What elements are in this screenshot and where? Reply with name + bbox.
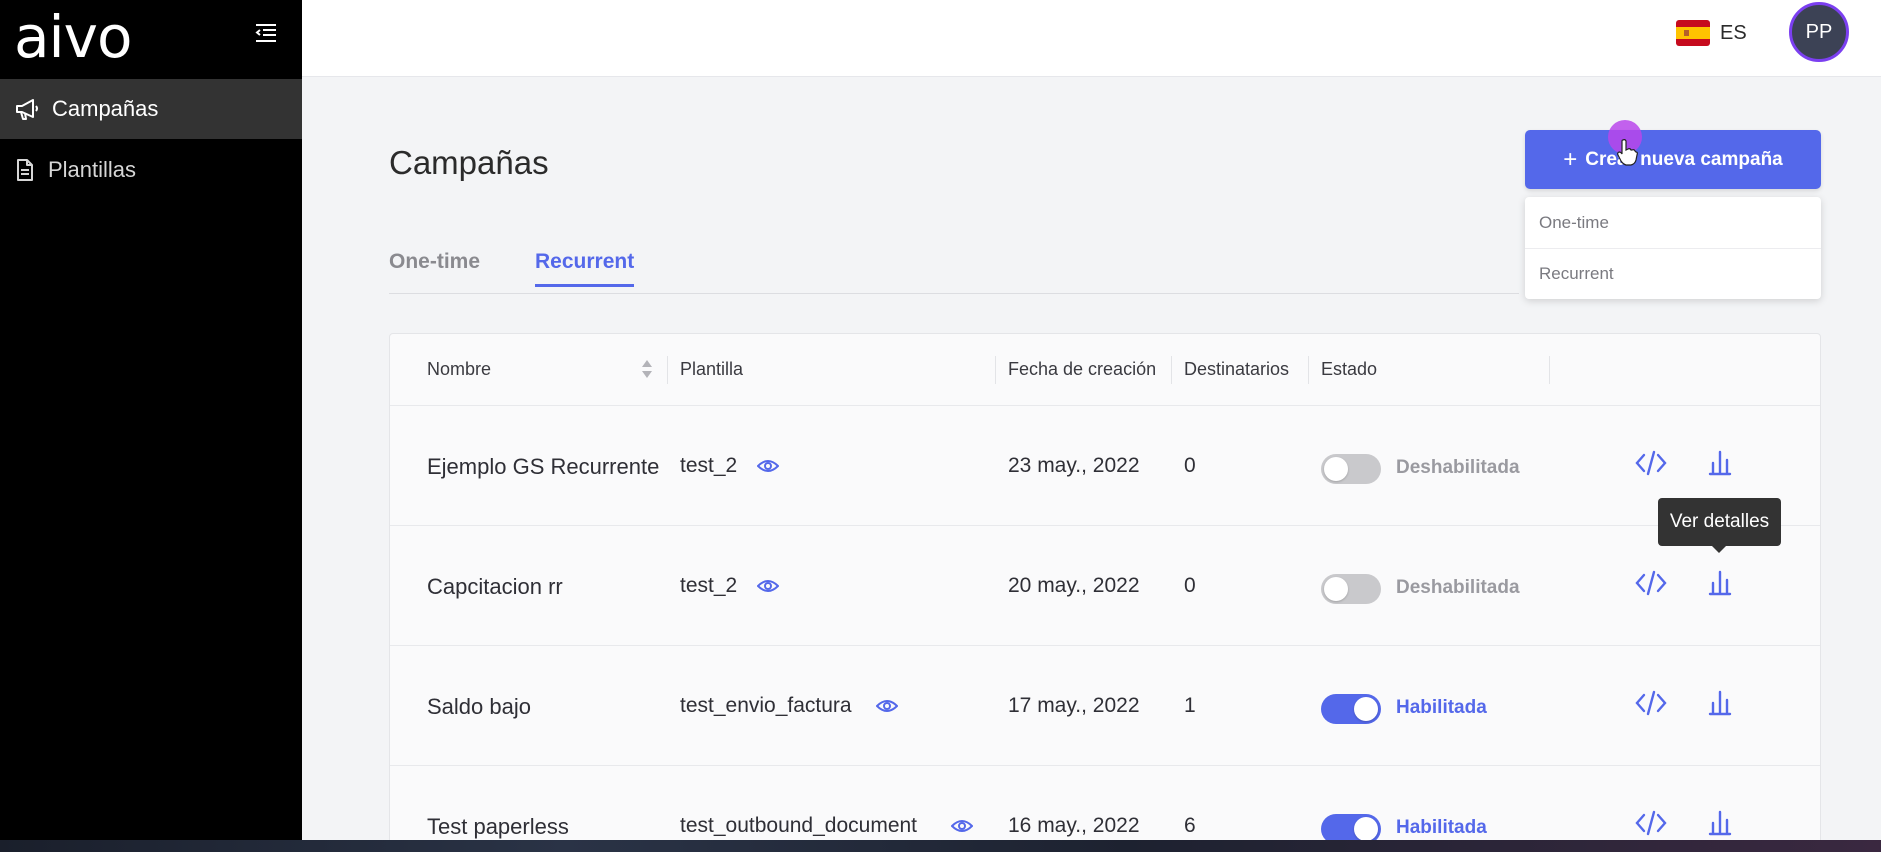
- code-icon[interactable]: [1635, 449, 1667, 477]
- avatar[interactable]: PP: [1789, 2, 1849, 62]
- top-bar: [302, 0, 1881, 77]
- sidebar-item-campanas[interactable]: Campañas: [0, 79, 302, 139]
- spain-flag-icon[interactable]: [1676, 20, 1710, 46]
- eye-icon[interactable]: [757, 578, 779, 594]
- recipients-count: 0: [1184, 454, 1196, 477]
- aivo-logo: aivo: [14, 3, 132, 71]
- table-row: Saldo bajo test_envio_factura 17 may., 2…: [390, 646, 1820, 766]
- template-name: test_2: [680, 454, 738, 477]
- column-header-plantilla: Plantilla: [680, 359, 744, 379]
- menu-item-recurrent[interactable]: Recurrent: [1525, 248, 1821, 299]
- recipients-count: 6: [1184, 814, 1196, 837]
- tooltip-ver-detalles: Ver detalles: [1658, 498, 1781, 553]
- column-header-destinatarios: Destinatarios: [1184, 359, 1290, 379]
- column-divider: [1308, 356, 1309, 384]
- hand-cursor-icon: [1617, 139, 1638, 166]
- toggle-knob: [1324, 577, 1348, 601]
- column-header-nombre[interactable]: Nombre: [427, 359, 491, 380]
- status-toggle[interactable]: [1321, 454, 1381, 484]
- tab-one-time[interactable]: One-time: [389, 250, 480, 274]
- status-label: Deshabilitada: [1396, 457, 1520, 478]
- creation-date: 23 may., 2022: [1008, 454, 1140, 477]
- column-divider: [667, 356, 668, 384]
- campaigns-table: Nombre Plantilla Fecha de creación Desti…: [389, 333, 1821, 852]
- recipients-count: 0: [1184, 574, 1196, 597]
- eye-icon[interactable]: [757, 458, 779, 474]
- page-title: Campañas: [389, 144, 549, 181]
- sidebar-item-label: Campañas: [52, 96, 159, 121]
- document-icon: [17, 159, 33, 181]
- sidebar-item-label: Plantillas: [48, 157, 137, 182]
- code-icon[interactable]: [1635, 689, 1667, 717]
- recipients-count: 1: [1184, 694, 1196, 717]
- collapse-menu-icon[interactable]: [254, 22, 278, 44]
- status-label: Habilitada: [1396, 817, 1487, 838]
- status-label: Deshabilitada: [1396, 577, 1520, 598]
- sort-icon[interactable]: [641, 358, 653, 380]
- toggle-knob: [1354, 817, 1378, 841]
- sidebar: aivo Campañas Plantillas: [0, 0, 302, 852]
- taskbar-strip: [0, 840, 1881, 852]
- toggle-knob: [1354, 697, 1378, 721]
- tab-bar: One-time Recurrent: [389, 250, 1519, 294]
- creation-date: 17 may., 2022: [1008, 694, 1140, 717]
- eye-icon[interactable]: [951, 818, 973, 834]
- table-row: Ejemplo GS Recurrente test_2 23 may., 20…: [390, 406, 1820, 526]
- plus-icon: +: [1563, 145, 1578, 173]
- table-row: Capcitacion rr test_2 20 may., 2022 0 De…: [390, 526, 1820, 646]
- template-name: test_outbound_document: [680, 814, 918, 837]
- bar-chart-icon[interactable]: [1708, 809, 1732, 837]
- status-toggle[interactable]: [1321, 574, 1381, 604]
- sidebar-item-plantillas[interactable]: Plantillas: [0, 140, 302, 200]
- column-divider: [995, 356, 996, 384]
- code-icon[interactable]: [1635, 569, 1667, 597]
- column-divider: [1171, 356, 1172, 384]
- code-icon[interactable]: [1635, 809, 1667, 837]
- eye-icon[interactable]: [876, 698, 898, 714]
- tab-recurrent[interactable]: Recurrent: [535, 250, 635, 287]
- creation-date: 20 may., 2022: [1008, 574, 1140, 597]
- campaign-name: Capcitacion rr: [427, 574, 563, 599]
- column-header-estado: Estado: [1321, 359, 1378, 379]
- table-header: Nombre Plantilla Fecha de creación Desti…: [390, 334, 1820, 406]
- bar-chart-icon[interactable]: [1708, 689, 1732, 717]
- megaphone-icon: [16, 99, 38, 120]
- bar-chart-icon[interactable]: [1708, 449, 1732, 477]
- status-toggle[interactable]: [1321, 694, 1381, 724]
- menu-item-one-time[interactable]: One-time: [1525, 197, 1821, 248]
- template-name: test_envio_factura: [680, 694, 852, 717]
- campaign-name: Saldo bajo: [427, 694, 531, 719]
- status-label: Habilitada: [1396, 697, 1487, 718]
- create-campaign-label: Crear nueva campaña: [1585, 148, 1783, 170]
- create-campaign-menu: One-time Recurrent: [1525, 197, 1821, 299]
- template-name: test_2: [680, 574, 738, 597]
- column-divider: [1549, 356, 1550, 384]
- language-label[interactable]: ES: [1720, 22, 1747, 45]
- bar-chart-icon[interactable]: [1708, 569, 1732, 597]
- campaign-name: Test paperless: [427, 814, 569, 839]
- column-header-fecha: Fecha de creación: [1008, 359, 1157, 379]
- create-campaign-button[interactable]: + Crear nueva campaña: [1525, 130, 1821, 189]
- creation-date: 16 may., 2022: [1008, 814, 1140, 837]
- campaign-name: Ejemplo GS Recurrente: [427, 454, 660, 479]
- toggle-knob: [1324, 457, 1348, 481]
